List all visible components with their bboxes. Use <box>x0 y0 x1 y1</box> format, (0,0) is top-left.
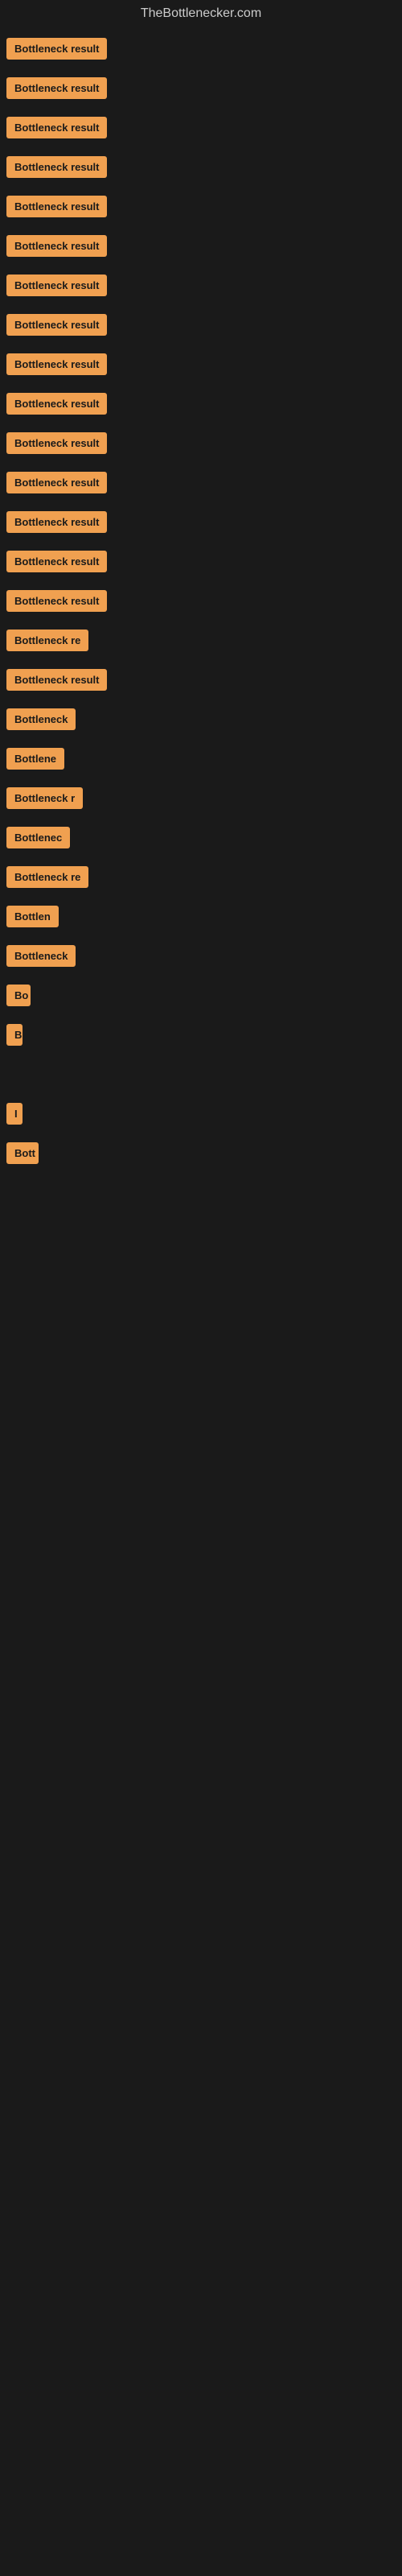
list-item <box>0 1293 402 1329</box>
list-item: Bottleneck result <box>0 109 402 146</box>
bottleneck-result-badge[interactable]: Bottleneck result <box>6 669 107 691</box>
list-item: Bottleneck result <box>0 504 402 540</box>
bottleneck-result-badge[interactable]: Bottleneck <box>6 708 76 730</box>
bottleneck-result-badge[interactable]: I <box>6 1103 23 1125</box>
list-item: Bottleneck result <box>0 464 402 501</box>
list-item: Bottleneck result <box>0 228 402 264</box>
list-item: Bottleneck result <box>0 662 402 698</box>
list-item <box>0 1253 402 1290</box>
list-item <box>0 1332 402 1368</box>
bottleneck-result-badge[interactable]: Bottleneck result <box>6 551 107 572</box>
list-item: I <box>0 1096 402 1132</box>
bottleneck-result-badge[interactable]: Bottleneck result <box>6 77 107 99</box>
list-item: Bottleneck result <box>0 307 402 343</box>
bottleneck-result-badge[interactable]: Bottleneck result <box>6 196 107 217</box>
bottleneck-result-badge[interactable]: Bottleneck result <box>6 235 107 257</box>
list-item <box>0 1174 402 1211</box>
list-item: Bottleneck result <box>0 386 402 422</box>
bottleneck-result-badge[interactable]: Bottleneck result <box>6 511 107 533</box>
bottleneck-result-badge[interactable]: Bott <box>6 1142 39 1164</box>
bottleneck-result-badge[interactable]: Bottleneck result <box>6 432 107 454</box>
list-item: Bottleneck re <box>0 622 402 658</box>
bottleneck-result-badge[interactable]: Bottlen <box>6 906 59 927</box>
bottleneck-result-badge[interactable]: Bottleneck result <box>6 472 107 493</box>
list-item: Bott <box>0 1135 402 1171</box>
bottleneck-result-badge[interactable]: Bottleneck result <box>6 156 107 178</box>
list-item: Bottlenec <box>0 819 402 856</box>
list-item: Bottleneck <box>0 938 402 974</box>
list-item: Bo <box>0 977 402 1013</box>
list-item: Bottleneck result <box>0 31 402 67</box>
bottleneck-result-badge[interactable]: Bottleneck result <box>6 393 107 415</box>
list-item: Bottleneck re <box>0 859 402 895</box>
list-item: Bottleneck result <box>0 188 402 225</box>
list-item: Bottleneck result <box>0 543 402 580</box>
site-header: TheBottlenecker.com <box>0 0 402 27</box>
bottleneck-result-badge[interactable]: Bottleneck result <box>6 590 107 612</box>
list-item: Bottlen <box>0 898 402 935</box>
bottleneck-result-badge[interactable]: Bottleneck r <box>6 787 83 809</box>
list-item: Bottleneck result <box>0 267 402 303</box>
list-item: Bottleneck result <box>0 346 402 382</box>
bottleneck-result-badge[interactable]: Bottleneck re <box>6 630 88 651</box>
list-item: Bottleneck r <box>0 780 402 816</box>
list-item: Bottlene <box>0 741 402 777</box>
items-container: Bottleneck result Bottleneck result Bottle… <box>0 31 402 1368</box>
list-item <box>0 1214 402 1250</box>
list-item: Bottleneck result <box>0 149 402 185</box>
bottleneck-result-badge[interactable]: Bottleneck <box>6 945 76 967</box>
list-item: Bottleneck result <box>0 70 402 106</box>
bottleneck-result-badge[interactable]: Bottlenec <box>6 827 70 848</box>
list-item <box>0 1056 402 1092</box>
list-item: Bottleneck result <box>0 425 402 461</box>
bottleneck-result-badge[interactable]: Bottleneck result <box>6 38 107 60</box>
bottleneck-result-badge[interactable]: Bottleneck result <box>6 314 107 336</box>
bottleneck-result-badge[interactable]: Bottleneck result <box>6 275 107 296</box>
bottleneck-result-badge[interactable]: Bottlene <box>6 748 64 770</box>
list-item: Bottleneck result <box>0 583 402 619</box>
bottleneck-result-badge[interactable]: Bottleneck result <box>6 117 107 138</box>
bottleneck-result-badge[interactable]: Bo <box>6 985 31 1006</box>
bottleneck-result-badge[interactable]: Bottleneck result <box>6 353 107 375</box>
bottleneck-result-badge[interactable]: Bottleneck re <box>6 866 88 888</box>
list-item: Bottleneck <box>0 701 402 737</box>
list-item: B <box>0 1017 402 1053</box>
bottleneck-result-badge[interactable]: B <box>6 1024 23 1046</box>
site-title: TheBottlenecker.com <box>0 0 402 27</box>
